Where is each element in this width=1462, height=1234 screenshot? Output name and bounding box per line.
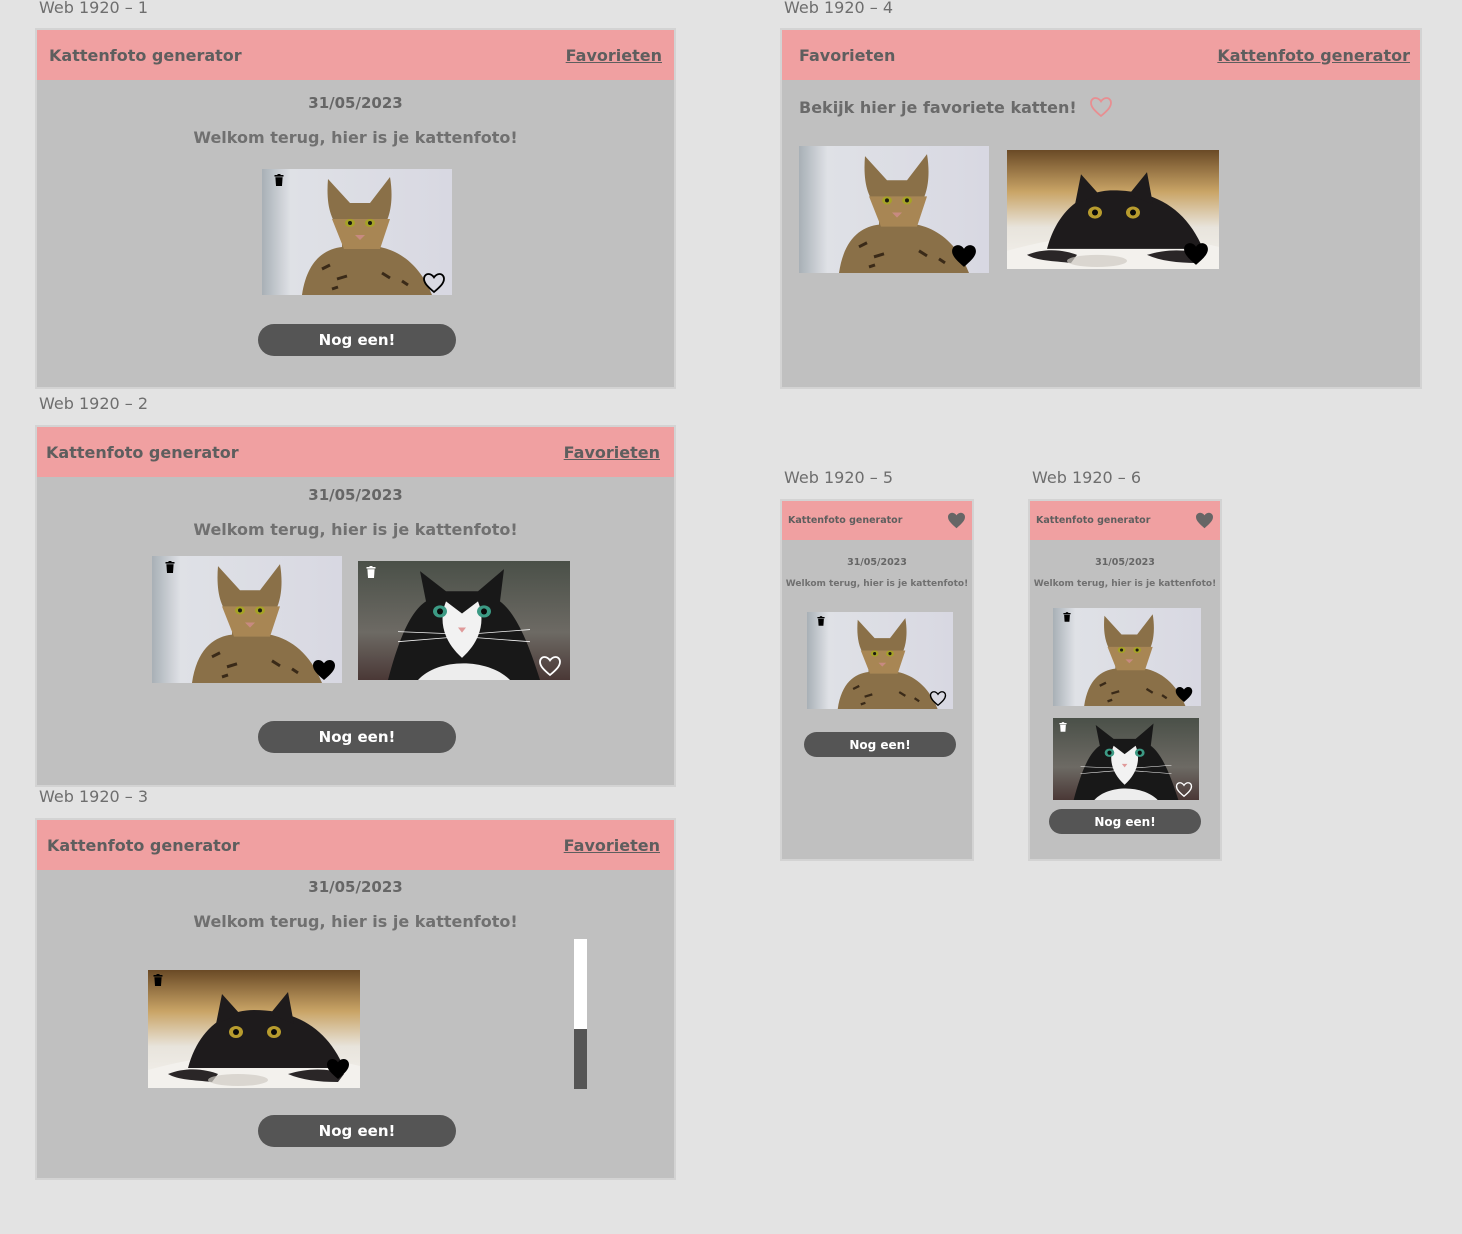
app-title: Kattenfoto generator	[47, 835, 240, 855]
next-button[interactable]: Nog een!	[1049, 809, 1201, 834]
cat-photo	[152, 556, 342, 683]
header: Favorieten Kattenfoto generator	[782, 30, 1420, 80]
heart-filled-icon[interactable]	[1175, 686, 1193, 703]
scrollbar-thumb[interactable]	[574, 1029, 587, 1089]
favorites-link[interactable]: Favorieten	[564, 836, 660, 855]
trash-icon[interactable]	[274, 174, 284, 186]
frame-web-1920-4: Favorieten Kattenfoto generator Bekijk h…	[780, 28, 1422, 389]
welcome-text: Welkom terug, hier is je kattenfoto!	[193, 912, 518, 931]
frame-label: Web 1920 – 2	[39, 394, 149, 413]
frame-web-1920-3: Kattenfoto generator Favorieten 31/05/20…	[35, 818, 676, 1180]
favorites-heading-row: Bekijk hier je favoriete katten!	[799, 96, 1113, 118]
heart-filled-icon[interactable]	[1183, 242, 1209, 266]
app-title: Kattenfoto generator	[1036, 515, 1151, 526]
frame-label: Web 1920 – 4	[784, 0, 894, 17]
heart-outline-icon	[1089, 96, 1113, 118]
cat-photo	[807, 612, 953, 709]
frame-web-1920-5: Kattenfoto generator 31/05/2023 Welkom t…	[780, 499, 974, 861]
header: Kattenfoto generator Favorieten	[37, 427, 674, 477]
cat-photo-clipped	[148, 944, 338, 951]
heart-filled-icon[interactable]	[951, 244, 977, 268]
heart-outline-icon[interactable]	[538, 655, 562, 677]
trash-icon[interactable]	[817, 616, 825, 626]
heart-outline-icon[interactable]	[422, 272, 446, 294]
cat-photo	[358, 561, 570, 680]
next-button[interactable]: Nog een!	[804, 732, 956, 757]
heart-filled-icon[interactable]	[312, 659, 336, 681]
frame-label: Web 1920 – 5	[784, 468, 894, 487]
next-button[interactable]: Nog een!	[258, 324, 456, 356]
app-title: Kattenfoto generator	[788, 515, 903, 526]
generator-link[interactable]: Kattenfoto generator	[1217, 46, 1410, 65]
trash-icon[interactable]	[366, 566, 376, 578]
favorites-link[interactable]: Favorieten	[566, 46, 662, 65]
date: 31/05/2023	[308, 878, 403, 896]
date: 31/05/2023	[847, 557, 907, 568]
next-button[interactable]: Nog een!	[258, 721, 456, 753]
cat-photo	[262, 169, 452, 295]
header: Kattenfoto generator Favorieten	[37, 820, 674, 870]
trash-icon[interactable]	[1059, 722, 1067, 732]
header: Kattenfoto generator	[782, 501, 972, 540]
favorites-link[interactable]: Favorieten	[564, 443, 660, 462]
cat-photo	[1053, 608, 1201, 706]
header: Kattenfoto generator	[1030, 501, 1220, 540]
trash-icon[interactable]	[153, 974, 163, 986]
heart-outline-icon[interactable]	[1175, 781, 1193, 798]
app-title: Kattenfoto generator	[49, 45, 242, 65]
frame-label: Web 1920 – 1	[39, 0, 149, 17]
frame-label: Web 1920 – 6	[1032, 468, 1142, 487]
cat-photo	[148, 970, 360, 1088]
favorites-title: Favorieten	[799, 45, 896, 65]
frame-label: Web 1920 – 3	[39, 787, 149, 806]
frame-web-1920-6: Kattenfoto generator 31/05/2023 Welkom t…	[1028, 499, 1222, 861]
heart-filled-icon[interactable]	[326, 1058, 350, 1080]
heart-outline-icon[interactable]	[929, 690, 947, 707]
date: 31/05/2023	[308, 486, 403, 504]
favorite-cat-photo	[799, 146, 989, 273]
trash-icon[interactable]	[165, 561, 175, 573]
frame-web-1920-1: Kattenfoto generator Favorieten 31/05/20…	[35, 28, 676, 389]
welcome-text: Welkom terug, hier is je kattenfoto!	[193, 520, 518, 539]
favorites-heading: Bekijk hier je favoriete katten!	[799, 97, 1077, 117]
cat-photo	[1053, 718, 1199, 800]
date: 31/05/2023	[1095, 557, 1155, 568]
welcome-text: Welkom terug, hier is je kattenfoto!	[1033, 579, 1217, 589]
header: Kattenfoto generator Favorieten	[37, 30, 674, 80]
date: 31/05/2023	[308, 94, 403, 112]
trash-icon[interactable]	[1063, 612, 1071, 622]
heart-filled-icon[interactable]	[1195, 512, 1214, 529]
welcome-text: Welkom terug, hier is je kattenfoto!	[193, 128, 518, 147]
cat-photo-clipped	[354, 944, 566, 949]
welcome-text: Welkom terug, hier is je kattenfoto!	[785, 579, 969, 589]
frame-web-1920-2: Kattenfoto generator Favorieten 31/05/20…	[35, 425, 676, 787]
favorite-cat-photo	[1007, 150, 1219, 269]
app-title: Kattenfoto generator	[46, 442, 239, 462]
next-button[interactable]: Nog een!	[258, 1115, 456, 1147]
heart-filled-icon[interactable]	[947, 512, 966, 529]
